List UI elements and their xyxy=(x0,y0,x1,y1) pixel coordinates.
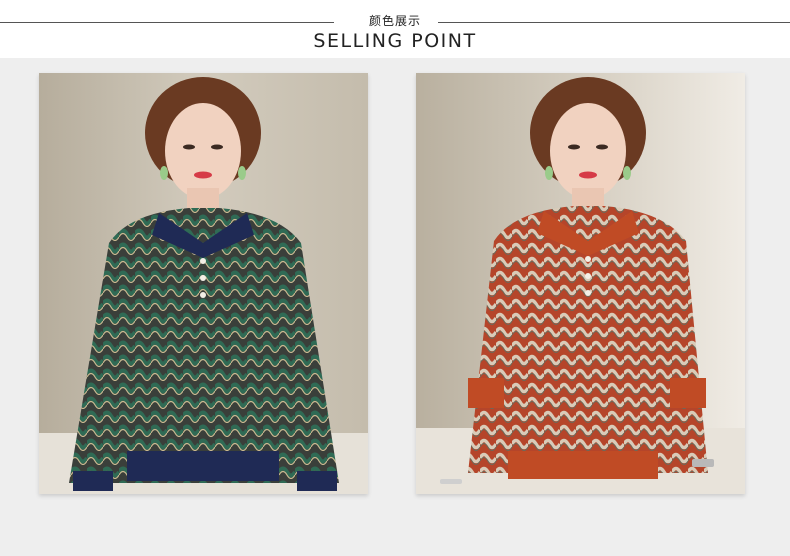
product-photo-rust[interactable] xyxy=(416,73,745,494)
section-header: 颜色展示 SELLING POINT xyxy=(0,0,790,58)
model-rust-sweater-image xyxy=(416,73,745,494)
model-navy-sweater-image xyxy=(39,73,368,494)
section-subtitle: 颜色展示 xyxy=(368,14,421,28)
product-photo-navy[interactable] xyxy=(39,73,368,494)
section-title: SELLING POINT xyxy=(313,30,477,52)
